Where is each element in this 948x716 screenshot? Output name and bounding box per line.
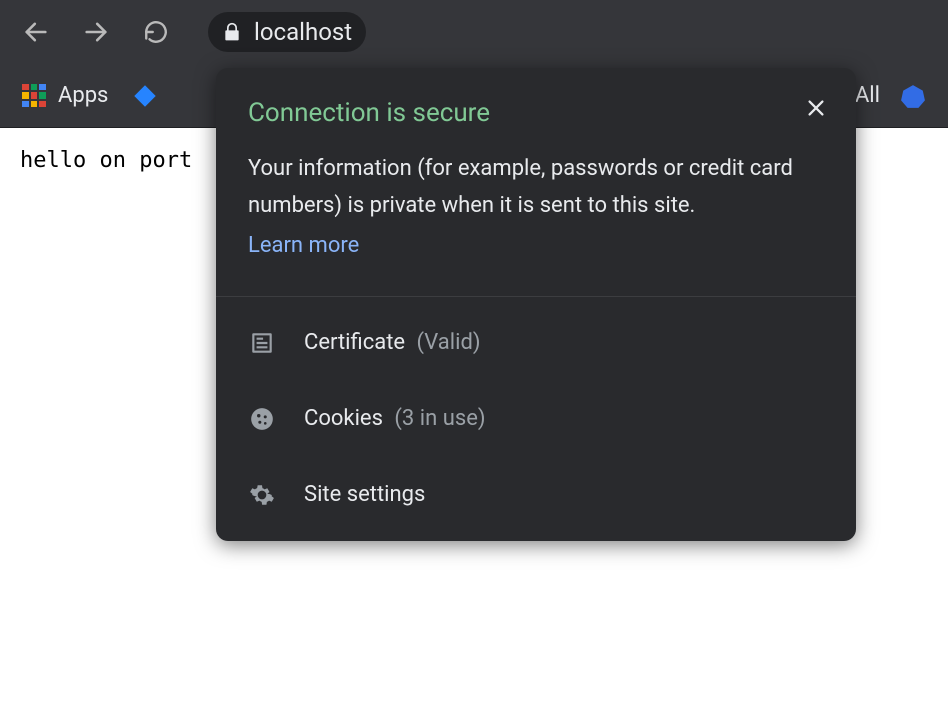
bookmark-item-jira[interactable] bbox=[132, 83, 158, 109]
certificate-row[interactable]: Certificate (Valid) bbox=[216, 305, 856, 381]
close-button[interactable] bbox=[800, 92, 832, 124]
reload-icon bbox=[143, 19, 169, 45]
close-icon bbox=[805, 97, 827, 119]
reload-button[interactable] bbox=[138, 14, 174, 50]
popover-header: Connection is secure Your information (f… bbox=[216, 68, 856, 296]
learn-more-link[interactable]: Learn more bbox=[248, 233, 359, 258]
popover-list: Certificate (Valid) Cookies (3 in use) S… bbox=[216, 297, 856, 541]
lock-icon bbox=[222, 22, 242, 42]
arrow-right-icon bbox=[82, 18, 110, 46]
arrow-left-icon bbox=[22, 18, 50, 46]
row-status: (3 in use) bbox=[394, 406, 485, 431]
cookies-row[interactable]: Cookies (3 in use) bbox=[216, 381, 856, 457]
apps-label: Apps bbox=[58, 83, 108, 108]
forward-button[interactable] bbox=[78, 14, 114, 50]
diamond-icon bbox=[132, 83, 158, 109]
page-text: hello on port bbox=[20, 148, 192, 173]
browser-toolbar: localhost bbox=[0, 0, 948, 64]
site-settings-row[interactable]: Site settings bbox=[216, 457, 856, 533]
back-button[interactable] bbox=[18, 14, 54, 50]
row-label: Cookies bbox=[304, 406, 383, 431]
apps-bookmark[interactable]: Apps bbox=[22, 83, 108, 108]
cookie-icon bbox=[249, 406, 275, 432]
row-status: (Valid) bbox=[417, 330, 481, 355]
gear-icon bbox=[249, 482, 275, 508]
row-label: Site settings bbox=[304, 482, 425, 507]
security-chip[interactable]: localhost bbox=[208, 12, 366, 52]
omnibox[interactable]: localhost bbox=[208, 12, 930, 52]
certificate-icon bbox=[249, 330, 275, 356]
all-label: All bbox=[855, 83, 880, 108]
popover-description: Your information (for example, passwords… bbox=[248, 150, 824, 225]
url-text: localhost bbox=[254, 18, 352, 46]
bookmark-all[interactable]: All bbox=[855, 83, 880, 108]
apps-grid-icon bbox=[22, 84, 46, 108]
bookmark-item-k8s[interactable] bbox=[900, 83, 926, 109]
site-info-popover: Connection is secure Your information (f… bbox=[216, 68, 856, 541]
row-label: Certificate bbox=[304, 330, 405, 355]
heptagon-icon bbox=[900, 83, 926, 109]
popover-title: Connection is secure bbox=[248, 98, 824, 128]
